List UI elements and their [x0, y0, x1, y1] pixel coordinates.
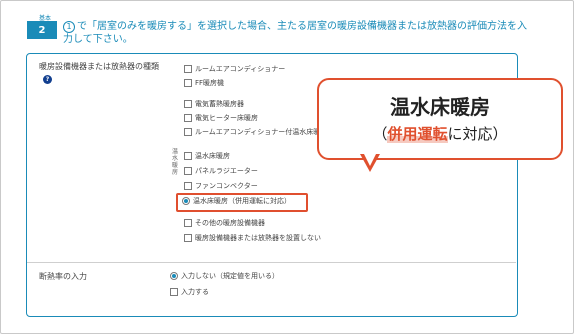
heating-type-label: 暖房設備機器または放熱器の種類	[39, 62, 159, 71]
question-text: 1 で「居室のみを暖房する」を選択した場合、主たる居室の暖房設備機器または放熱器の…	[63, 20, 533, 46]
selection-highlight	[176, 193, 308, 212]
option-label: ルームエアコンディショナー	[195, 65, 286, 73]
option-label: 暖房設備機器または放熱器を設置しない	[195, 234, 321, 242]
option-label: ファンコンベクター	[195, 182, 258, 190]
option-panel-radiator[interactable]: パネルラジエーター	[184, 166, 258, 176]
insulation-label: 断熱率の入力	[39, 272, 87, 281]
option-no-heater[interactable]: 暖房設備機器または放熱器を設置しない	[184, 233, 321, 243]
checkbox[interactable]	[170, 288, 178, 296]
checkbox[interactable]	[184, 234, 192, 242]
option-other-heater[interactable]: その他の暖房設備機器	[184, 218, 265, 228]
checkbox[interactable]	[184, 167, 192, 175]
checkbox[interactable]	[184, 65, 192, 73]
question-icon[interactable]: ?	[43, 75, 52, 84]
circled-number: 1	[63, 21, 75, 33]
question-body: で「居室のみを暖房する」を選択した場合、主たる居室の暖房設備機器または放熱器の評…	[63, 21, 527, 45]
option-electric-floor[interactable]: 電気ヒーター床暖房	[184, 113, 258, 123]
checkbox[interactable]	[184, 114, 192, 122]
checkbox[interactable]	[184, 152, 192, 160]
option-hotwater-floor[interactable]: 温水床暖房	[184, 151, 230, 161]
option-label: 温水床暖房	[195, 152, 230, 160]
option-label: 入力する	[181, 288, 209, 296]
callout-paren: （	[372, 125, 388, 143]
option-label: その他の暖房設備機器	[195, 219, 265, 227]
callout-rest: に対応）	[447, 125, 508, 143]
checkbox-input[interactable]: 入力する	[170, 287, 209, 297]
option-label: 電気蓄熱暖房器	[195, 100, 244, 108]
checkbox[interactable]	[184, 128, 192, 136]
radio-selected[interactable]	[170, 272, 178, 280]
section-divider	[27, 262, 516, 263]
checkbox[interactable]	[184, 182, 192, 190]
hot-water-group-label: 温水暖房	[171, 148, 178, 176]
radio-no-input[interactable]: 入力しない（規定値を用いる）	[170, 271, 279, 281]
option-label: 電気ヒーター床暖房	[195, 114, 258, 122]
checkbox[interactable]	[184, 79, 192, 87]
option-label: 入力しない（規定値を用いる）	[181, 272, 279, 280]
checkbox[interactable]	[184, 100, 192, 108]
question-number: 2	[27, 21, 57, 39]
option-label: ルームエアコンディショナー付温水床暖房	[195, 128, 328, 136]
checkbox[interactable]	[184, 219, 192, 227]
option-label: パネルラジエーター	[195, 167, 258, 175]
option-fan-convector[interactable]: ファンコンベクター	[184, 181, 258, 191]
callout-tail-inner	[363, 152, 377, 166]
option-aircon-hotwater-floor[interactable]: ルームエアコンディショナー付温水床暖房	[184, 127, 327, 137]
callout-emphasis: 併用運転	[387, 125, 448, 143]
callout-title: 温水床暖房	[390, 95, 490, 119]
option-ff-heater[interactable]: FF暖房機	[184, 78, 224, 88]
option-electric-storage[interactable]: 電気蓄熱暖房器	[184, 99, 244, 109]
callout-subtitle: （併用運転に対応）	[317, 123, 563, 144]
option-room-aircon[interactable]: ルームエアコンディショナー	[184, 64, 285, 74]
option-label: FF暖房機	[195, 79, 225, 87]
